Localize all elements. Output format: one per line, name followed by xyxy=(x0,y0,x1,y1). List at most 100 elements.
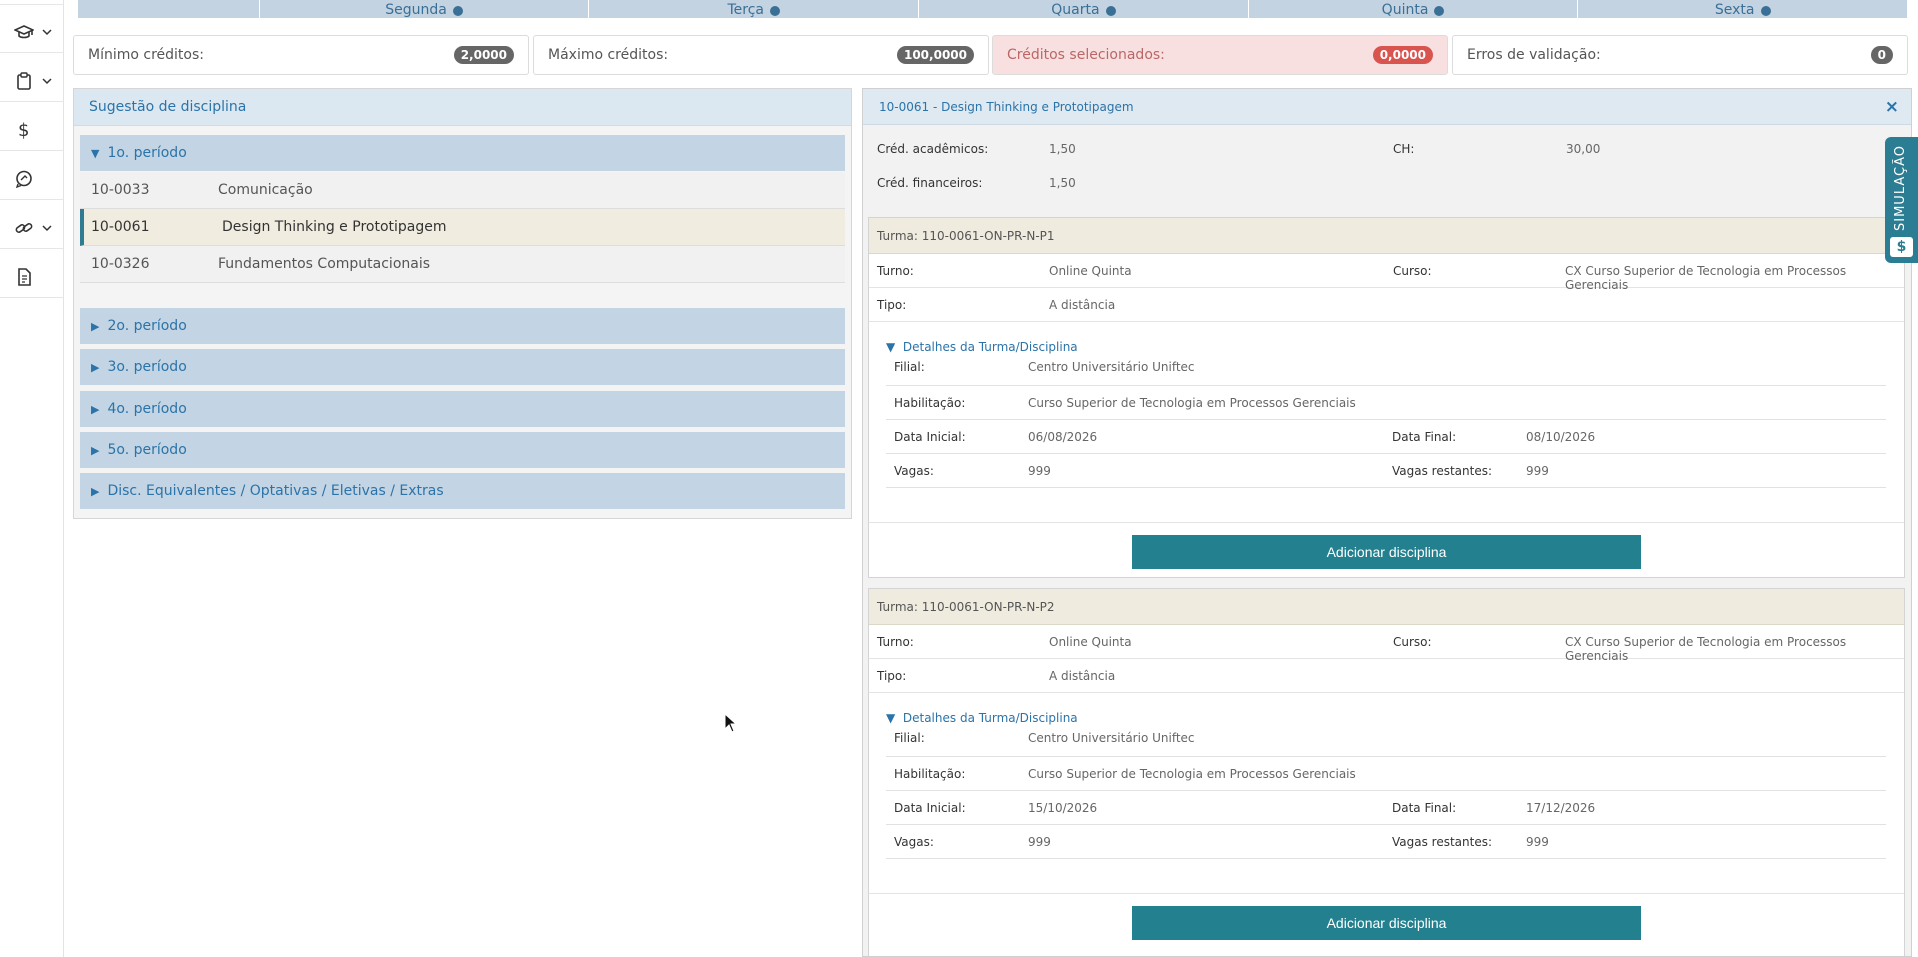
shift-value: Online Quinta xyxy=(1049,635,1132,649)
detail-header: 10-0061 - Design Thinking e Prototipagem… xyxy=(863,89,1911,125)
end-date-value: 08/10/2026 xyxy=(1526,430,1596,444)
discipline-row[interactable]: 10-0033 Comunicação xyxy=(80,172,845,209)
discipline-row-selected[interactable]: 10-0061 Design Thinking e Prototipagem xyxy=(80,209,845,246)
rail-item-academic[interactable] xyxy=(0,9,64,55)
seats-label: Vagas: xyxy=(894,464,934,478)
remaining-seats-label: Vagas restantes: xyxy=(1392,464,1493,478)
class-card: Turma: 110-0061-ON-PR-N-P2 Turno: Online… xyxy=(868,588,1905,956)
info-icon xyxy=(769,6,780,16)
seats-value: 999 xyxy=(1028,464,1051,478)
seats-row: Vagas: 999 Vagas restantes: 999 xyxy=(886,825,1886,859)
type-label: Tipo: xyxy=(877,298,907,312)
financial-credits-label: Créd. financeiros: xyxy=(877,176,983,190)
academic-credits-value: 1,50 xyxy=(1049,142,1076,156)
workload-label: CH: xyxy=(1393,142,1415,156)
period-5-header[interactable]: ▶ 5o. período xyxy=(80,432,845,468)
shift-label: Turno: xyxy=(877,264,914,278)
rail-divider xyxy=(0,4,64,5)
period-label: 1o. período xyxy=(107,145,187,161)
period-label: 2o. período xyxy=(107,318,187,334)
period-extras-header[interactable]: ▶ Disc. Equivalentes / Optativas / Eleti… xyxy=(80,473,845,509)
type-value: A distância xyxy=(1049,298,1116,312)
dates-row: Data Inicial: 06/08/2026 Data Final: 08/… xyxy=(886,420,1886,454)
rail-item-messages[interactable] xyxy=(0,156,64,202)
period-1-header[interactable]: ▼ 1o. período xyxy=(80,135,845,171)
weekday-quinta[interactable]: Quinta xyxy=(1249,0,1579,18)
rail-item-finance[interactable]: $ xyxy=(0,107,64,153)
rail-item-links[interactable] xyxy=(0,205,64,251)
class-title: Turma: 110-0061-ON-PR-N-P2 xyxy=(869,589,1904,625)
caret-right-icon: ▶ xyxy=(91,319,100,333)
class-shift-row: Turno: Online Quinta Curso: CX Curso Sup… xyxy=(869,625,1904,663)
period-3-header[interactable]: ▶ 3o. período xyxy=(80,349,845,385)
qualification-label: Habilitação: xyxy=(894,767,966,781)
rail-divider xyxy=(0,199,64,200)
max-credits-badge: 100,0000 xyxy=(896,46,974,64)
qualification-row: Habilitação: Curso Superior de Tecnologi… xyxy=(886,757,1886,791)
class-shift-row: Turno: Online Quinta Curso: CX Curso Sup… xyxy=(869,254,1904,292)
branch-row: Filial: Centro Universitário Uniftec xyxy=(886,352,1886,386)
start-date-label: Data Inicial: xyxy=(894,430,966,444)
discipline-name: Fundamentos Computacionais xyxy=(218,256,431,272)
add-discipline-button[interactable]: Adicionar disciplina xyxy=(1132,535,1641,569)
simulation-tab[interactable]: SIMULAÇÃO $ xyxy=(1885,137,1918,263)
min-credits-label: Mínimo créditos: xyxy=(88,47,204,63)
selected-credits-badge: 0,0000 xyxy=(1372,46,1433,64)
class-type-row: Tipo: A distância xyxy=(869,659,1904,693)
suggestion-title: Sugestão de disciplina xyxy=(74,89,851,126)
suggestion-panel: Sugestão de disciplina ▼ 1o. período 10-… xyxy=(73,88,852,519)
branch-value: Centro Universitário Uniftec xyxy=(1028,731,1195,745)
class-title: Turma: 110-0061-ON-PR-N-P1 xyxy=(869,218,1904,254)
link-icon xyxy=(15,223,33,233)
end-date-label: Data Final: xyxy=(1392,801,1457,815)
academic-credits-label: Créd. acadêmicos: xyxy=(877,142,989,156)
validation-errors-box: Erros de validação: 0 xyxy=(1452,35,1908,75)
chat-icon xyxy=(15,170,32,189)
period-2-header[interactable]: ▶ 2o. período xyxy=(80,308,845,344)
rail-item-clipboard[interactable] xyxy=(0,58,64,104)
min-credits-box: Mínimo créditos: 2,0000 xyxy=(73,35,529,75)
branch-label: Filial: xyxy=(894,731,925,745)
close-icon[interactable]: × xyxy=(1885,97,1899,117)
mouse-cursor-icon xyxy=(724,713,738,733)
rail-divider xyxy=(0,297,64,298)
simulation-tab-label: SIMULAÇÃO xyxy=(1893,145,1908,231)
weekday-terca[interactable]: Terça xyxy=(589,0,920,18)
period-4-header[interactable]: ▶ 4o. período xyxy=(80,391,845,427)
detail-title: 10-0061 - Design Thinking e Prototipagem xyxy=(879,99,1134,114)
branch-row: Filial: Centro Universitário Uniftec xyxy=(886,723,1886,757)
qualification-row: Habilitação: Curso Superior de Tecnologi… xyxy=(886,386,1886,420)
type-label: Tipo: xyxy=(877,669,907,683)
course-label: Curso: xyxy=(1393,635,1432,649)
branch-label: Filial: xyxy=(894,360,925,374)
discipline-name: Design Thinking e Prototipagem xyxy=(222,219,447,235)
rail-item-documents[interactable] xyxy=(0,254,64,300)
period-label: 4o. período xyxy=(107,401,187,417)
discipline-name: Comunicação xyxy=(218,182,313,198)
max-credits-label: Máximo créditos: xyxy=(548,47,669,63)
chevron-down-icon xyxy=(42,225,52,232)
branch-value: Centro Universitário Uniftec xyxy=(1028,360,1195,374)
dollar-icon: $ xyxy=(18,119,30,141)
rail-divider xyxy=(0,52,64,53)
workload-value: 30,00 xyxy=(1566,142,1601,156)
end-date-value: 17/12/2026 xyxy=(1526,801,1596,815)
start-date-label: Data Inicial: xyxy=(894,801,966,815)
caret-right-icon: ▶ xyxy=(91,360,100,374)
info-icon xyxy=(452,6,463,16)
start-date-value: 06/08/2026 xyxy=(1028,430,1098,444)
class-details: ▼ Detalhes da Turma/Disciplina Filial: C… xyxy=(869,322,1904,523)
info-icon xyxy=(1434,6,1445,16)
discipline-row[interactable]: 10-0326 Fundamentos Computacionais xyxy=(80,246,845,283)
caret-right-icon: ▶ xyxy=(91,484,100,498)
graduation-cap-icon xyxy=(14,25,34,39)
discipline-code: 10-0061 xyxy=(91,219,150,235)
rail-divider xyxy=(0,248,64,249)
selected-credits-box: Créditos selecionados: 0,0000 xyxy=(992,35,1448,75)
weekday-quarta[interactable]: Quarta xyxy=(919,0,1249,18)
add-discipline-button[interactable]: Adicionar disciplina xyxy=(1132,906,1641,940)
weekday-segunda[interactable]: Segunda xyxy=(260,0,590,18)
shift-value: Online Quinta xyxy=(1049,264,1132,278)
rail-divider xyxy=(0,150,64,151)
weekday-sexta[interactable]: Sexta xyxy=(1578,0,1908,18)
